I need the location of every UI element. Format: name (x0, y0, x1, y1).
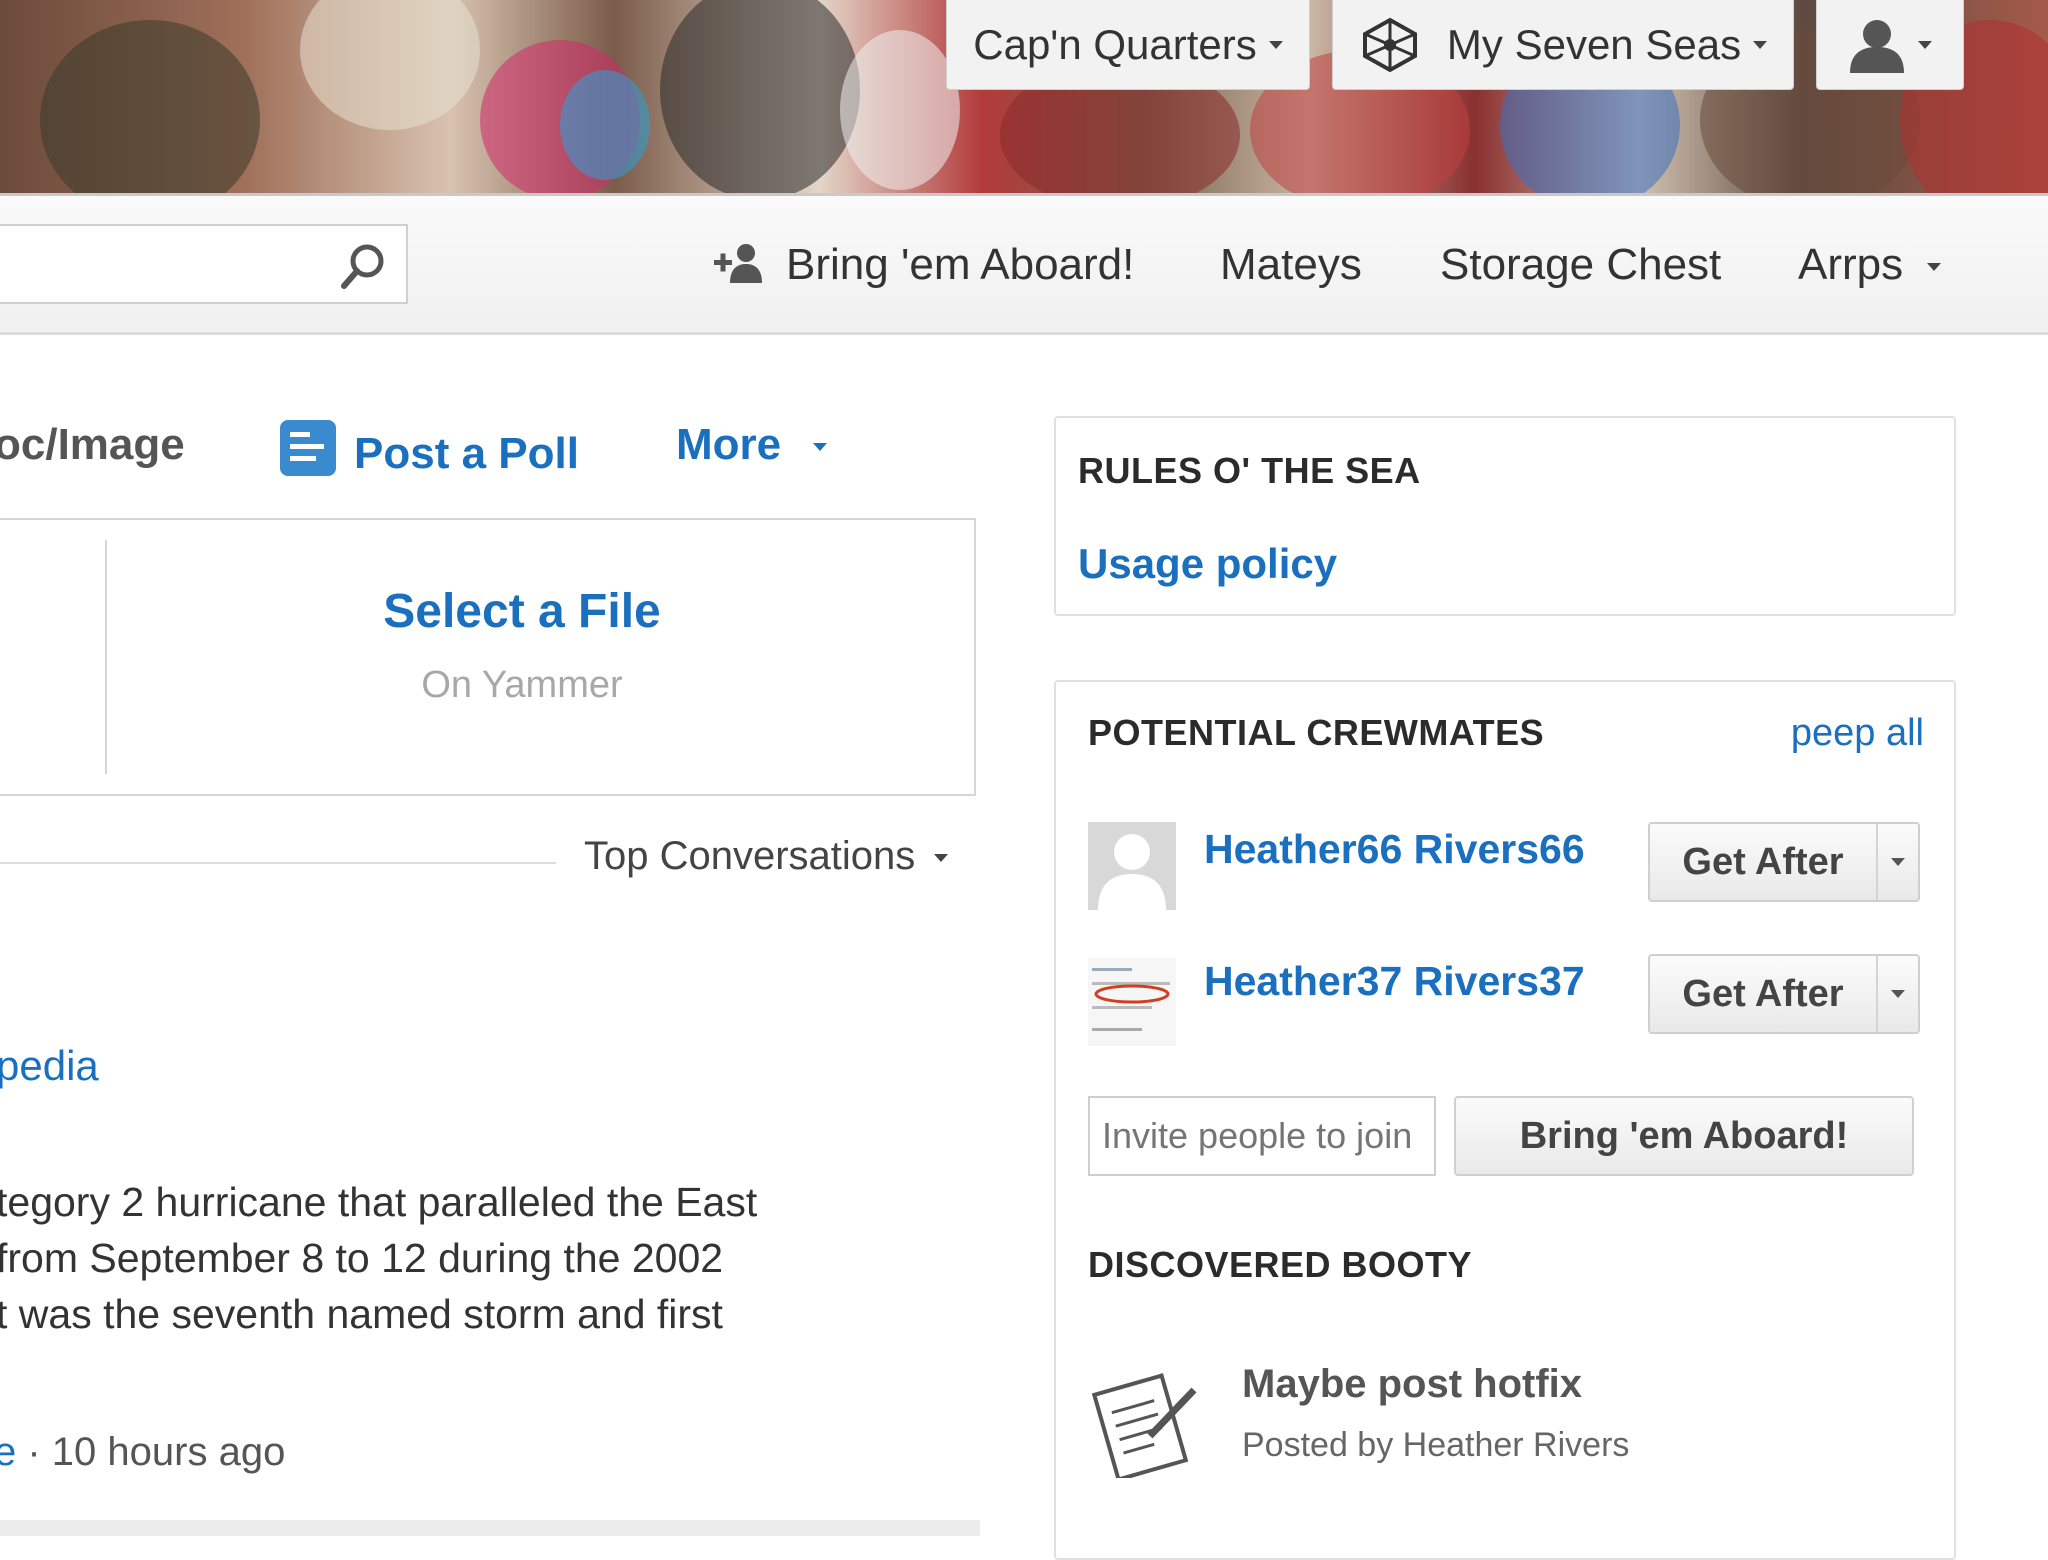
crewmate-name-link[interactable]: Heather37 Rivers37 (1204, 958, 1585, 1005)
add-user-icon (712, 243, 768, 294)
nav-mateys[interactable]: Mateys (1220, 240, 1362, 290)
post-snippet-line: tegory 2 hurricane that paralleled the E… (0, 1179, 758, 1225)
crewmate-name-link[interactable]: Heather66 Rivers66 (1204, 826, 1585, 873)
poll-icon (280, 420, 336, 487)
invite-input[interactable] (1088, 1096, 1436, 1176)
my-seven-seas-label: My Seven Seas (1446, 20, 1742, 68)
caps-quarters-label: Cap'n Quarters (973, 20, 1257, 68)
next-post-edge (0, 1520, 980, 1536)
chevron-down-icon[interactable] (1878, 824, 1918, 900)
post-timestamp: · 10 hours ago (27, 1430, 286, 1474)
sort-dropdown-label: Top Conversations (584, 834, 916, 878)
document-thumbnail-icon (1088, 958, 1176, 1046)
tab-post-poll-label: Post a Poll (354, 429, 579, 478)
rules-title: RULES O' THE SEA (1078, 450, 1421, 491)
nav-arrps[interactable]: Arrps (1798, 240, 1942, 290)
booty-item-title-link[interactable]: Maybe post hotfix (1242, 1362, 1582, 1407)
tab-more[interactable]: More (676, 420, 828, 470)
tab-doc-image[interactable]: oc/Image (0, 420, 185, 470)
nav-bring-aboard[interactable]: Bring 'em Aboard! (712, 240, 1134, 294)
user-menu-button[interactable] (1816, 0, 1964, 90)
get-after-label: Get After (1650, 956, 1878, 1032)
tab-post-poll[interactable]: Post a Poll (280, 420, 579, 487)
chevron-down-icon (813, 443, 828, 452)
feed-divider (0, 862, 556, 864)
chevron-down-icon (1753, 40, 1768, 49)
chevron-down-icon (1927, 263, 1942, 272)
file-picker-divider (105, 540, 107, 774)
caps-quarters-button[interactable]: Cap'n Quarters (946, 0, 1310, 90)
booty-item-meta: Posted by Heather Rivers (1242, 1426, 1630, 1464)
sort-dropdown[interactable]: Top Conversations (584, 834, 949, 879)
default-avatar-icon (1088, 822, 1176, 910)
nav-bring-aboard-label: Bring 'em Aboard! (786, 240, 1135, 289)
chevron-down-icon (934, 854, 949, 863)
nav-storage-chest[interactable]: Storage Chest (1440, 240, 1721, 290)
tab-more-label: More (676, 420, 782, 469)
get-after-button[interactable]: Get After (1648, 822, 1920, 902)
crewmates-panel: POTENTIAL CREWMATES peep all Heather66 R… (1054, 680, 1956, 1560)
on-yammer-label: On Yammer (421, 664, 623, 706)
crewmates-title: POTENTIAL CREWMATES (1088, 712, 1545, 753)
post-snippet: tegory 2 hurricane that paralleled the E… (0, 1174, 757, 1342)
select-file-link[interactable]: Select a File (117, 584, 927, 639)
get-after-label: Get After (1650, 824, 1878, 900)
post-author-link[interactable]: e (0, 1430, 16, 1474)
usage-policy-link[interactable]: Usage policy (1078, 540, 1337, 588)
search-icon (341, 244, 384, 289)
rules-panel: RULES O' THE SEA Usage policy (1054, 416, 1956, 616)
chevron-down-icon (1268, 40, 1283, 49)
peep-all-link[interactable]: peep all (1791, 712, 1924, 755)
file-picker-panel: Select a File On Yammer (0, 518, 976, 796)
chevron-down-icon[interactable] (1878, 956, 1918, 1032)
avatar[interactable] (1088, 958, 1176, 1046)
attachment-link[interactable]: pedia (0, 1042, 99, 1090)
network-icon (1359, 17, 1421, 73)
user-icon (1848, 17, 1906, 73)
chevron-down-icon (1918, 40, 1932, 49)
post-snippet-line: t was the seventh named storm and first (0, 1291, 723, 1337)
post-meta: e · 10 hours ago (0, 1430, 285, 1475)
main-nav-bar: Bring 'em Aboard! Mateys Storage Chest A… (0, 196, 2048, 335)
invite-button[interactable]: Bring 'em Aboard! (1454, 1096, 1914, 1176)
search-input[interactable] (0, 224, 408, 304)
document-edit-icon (1090, 1368, 1200, 1483)
booty-title: DISCOVERED BOOTY (1088, 1244, 1473, 1285)
avatar[interactable] (1088, 822, 1176, 910)
post-snippet-line: from September 8 to 12 during the 2002 (0, 1235, 724, 1281)
nav-arrps-label: Arrps (1798, 240, 1904, 289)
my-seven-seas-button[interactable]: My Seven Seas (1332, 0, 1794, 90)
get-after-button[interactable]: Get After (1648, 954, 1920, 1034)
